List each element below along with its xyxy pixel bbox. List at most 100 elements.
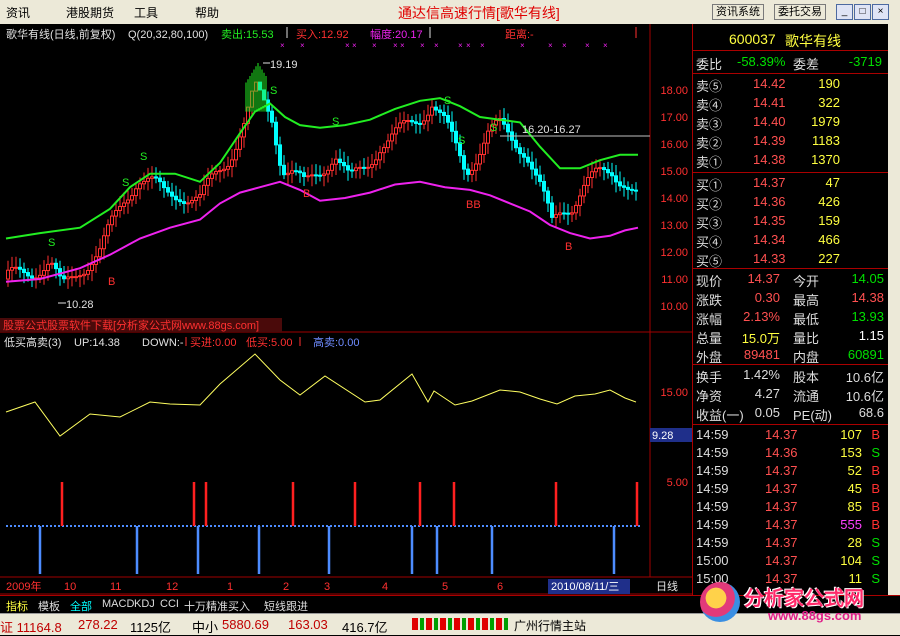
- chart-area[interactable]: 歌华有线(日线,前复权) Q(20,32,80,100) 卖出:15.53 买入…: [0, 24, 692, 595]
- candle-body: [474, 163, 478, 171]
- info-system-button[interactable]: 资讯系统: [712, 4, 764, 20]
- range-line-label: 16.20-16.27: [522, 124, 581, 136]
- menu-bar: 资讯 港股期货 工具 帮助 通达信高速行情[歌华有线] 资讯系统 委托交易 _ …: [0, 0, 900, 25]
- candle-body: [174, 195, 178, 201]
- candle-body: [202, 184, 206, 196]
- candle-body: [398, 122, 402, 129]
- candle-body: [186, 202, 190, 205]
- close-icon[interactable]: ×: [872, 4, 889, 20]
- candle-body: [150, 176, 154, 179]
- stat-row: 外盘 89481 内盘 60891: [696, 347, 884, 365]
- menu-help[interactable]: 帮助: [195, 4, 219, 21]
- candle-body: [238, 136, 242, 150]
- stock-code: 600037: [729, 31, 776, 47]
- logo-name: 分析家公式网: [744, 588, 864, 610]
- candle-body: [326, 169, 330, 175]
- candle-body: [206, 177, 210, 186]
- candle-body: [430, 106, 434, 116]
- trade-button[interactable]: 委托交易: [774, 4, 826, 20]
- candle-body: [62, 275, 66, 280]
- svg-text:5: 5: [442, 581, 448, 593]
- candle-body: [622, 185, 626, 188]
- candle-body: [6, 269, 10, 280]
- signal-marker: ×: [352, 41, 357, 50]
- candle-body: [154, 176, 158, 179]
- signal-s: S: [332, 116, 339, 128]
- indicator-up: UP:14.38: [74, 337, 120, 349]
- signal-marker: ×: [434, 41, 439, 50]
- candle-body: [146, 177, 150, 182]
- candle-body: [138, 183, 142, 190]
- candle-body: [282, 164, 286, 176]
- price-axis: 18.00 17.00 16.00 15.00 14.00 13.00 12.0…: [660, 85, 688, 313]
- candle-body: [442, 111, 446, 117]
- candle-body: [190, 199, 194, 204]
- candle-body: [50, 262, 54, 265]
- signal-s: S: [270, 85, 277, 97]
- candle-body: [210, 173, 214, 179]
- candle-body: [438, 109, 442, 113]
- candle-body: [602, 167, 606, 171]
- maximize-icon[interactable]: □: [854, 4, 871, 20]
- signal-marker: ×: [400, 41, 405, 50]
- sell-level-row: 卖⑤ 14.42 190: [696, 76, 840, 94]
- candle-body: [386, 140, 390, 149]
- candle-body: [182, 201, 186, 204]
- sub-axis-label: 5.00: [667, 477, 688, 489]
- tab-all[interactable]: 全部: [70, 598, 92, 614]
- svg-text:16.00: 16.00: [660, 139, 688, 151]
- sell-level-row: 卖③ 14.40 1979: [696, 114, 840, 132]
- candle-body: [598, 167, 602, 170]
- order-ratio-row: 委比 -58.39% 委差 -3719: [696, 54, 882, 72]
- menu-info[interactable]: 资讯: [6, 4, 30, 21]
- candle-body: [550, 202, 554, 218]
- candle-body: [322, 173, 326, 177]
- quote-panel: 600037 歌华有线 委比 -58.39% 委差 -3719 卖⑤ 14.42 1…: [692, 24, 888, 595]
- candle-body: [610, 172, 614, 177]
- tab-kdj[interactable]: KDJ: [134, 598, 155, 610]
- candle-body: [482, 142, 486, 155]
- candle-body: [350, 169, 354, 172]
- candle-body: [218, 170, 222, 173]
- candle-body: [330, 163, 334, 171]
- candle-body: [82, 273, 86, 277]
- signal-s: S: [122, 177, 129, 189]
- candle-body: [578, 195, 582, 206]
- signal-marker: ×: [420, 41, 425, 50]
- tab-indicator[interactable]: 指标: [6, 598, 28, 614]
- candle-body: [334, 158, 338, 165]
- low-price-label: 10.28: [66, 299, 94, 311]
- high-price-label: 19.19: [270, 59, 298, 71]
- logo-url: www.88gs.com: [768, 608, 862, 623]
- svg-text:6: 6: [497, 581, 503, 593]
- tab-buy-signal[interactable]: 十万精准买入: [184, 598, 250, 614]
- tab-template[interactable]: 模板: [38, 598, 60, 614]
- tab-macd[interactable]: MACD: [102, 598, 134, 610]
- signal-b: B: [565, 241, 572, 253]
- candle-body: [422, 120, 426, 125]
- menu-hk-futures[interactable]: 港股期货: [66, 4, 114, 21]
- sub-axis-label: 15.00: [660, 387, 688, 399]
- tab-short-track[interactable]: 短线跟进: [264, 598, 308, 614]
- svg-text:12: 12: [166, 581, 178, 593]
- candle-body: [522, 153, 526, 158]
- candle-body: [122, 202, 126, 207]
- candle-body: [342, 162, 346, 167]
- candle-body: [118, 205, 122, 211]
- sme-label: 中小: [192, 620, 219, 635]
- site-logo: 分析家公式网 www.88gs.com: [698, 578, 894, 630]
- candle-body: [102, 235, 106, 250]
- candle-body: [506, 123, 510, 133]
- buy-level-row: 买⑤ 14.33 227: [696, 251, 840, 269]
- sh-amount: 1125亿: [130, 620, 171, 635]
- period-label[interactable]: 日线: [656, 579, 678, 593]
- cursor-date: 2010/08/11/三: [551, 581, 619, 593]
- menu-tools[interactable]: 工具: [134, 4, 158, 21]
- signal-s: S: [444, 95, 451, 107]
- minimize-icon[interactable]: _: [836, 4, 853, 20]
- candle-body: [570, 212, 574, 215]
- candle-body: [222, 168, 226, 172]
- signal-b: B: [303, 188, 310, 200]
- tab-cci[interactable]: CCI: [160, 598, 179, 610]
- signal-marker: ×: [372, 41, 377, 50]
